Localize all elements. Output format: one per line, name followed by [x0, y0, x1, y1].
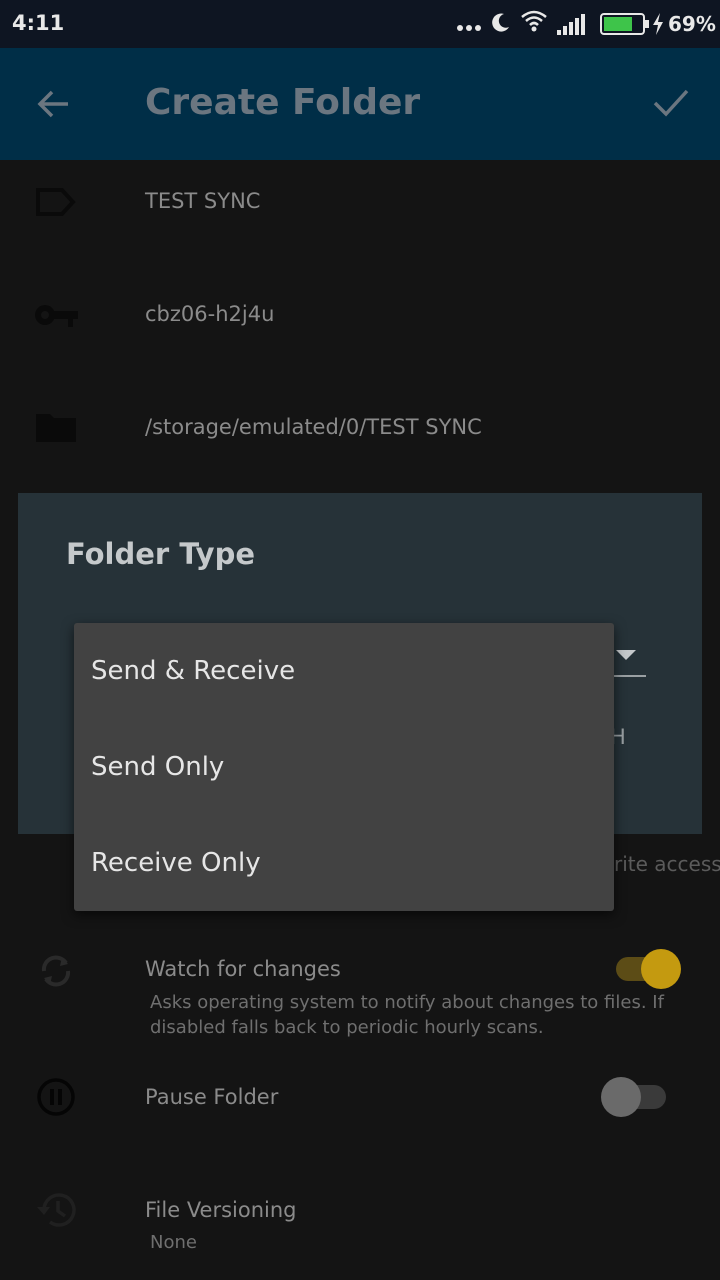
menu-item-receive-only[interactable]: Receive Only — [74, 815, 614, 911]
folder-label-value: TEST SYNC — [145, 189, 261, 213]
folder-id-value: cbz06-h2j4u — [145, 302, 275, 326]
wifi-icon — [520, 9, 548, 37]
dialog-title: Folder Type — [66, 537, 255, 571]
folder-icon — [34, 410, 78, 448]
dropdown-arrow-icon[interactable] — [616, 650, 636, 660]
folder-path-value: /storage/emulated/0/TEST SYNC — [145, 415, 482, 439]
history-icon — [34, 1190, 78, 1234]
app-bar: Create Folder — [0, 48, 720, 160]
watch-changes-description: Asks operating system to notify about ch… — [150, 992, 664, 1038]
arrow-back-icon[interactable] — [36, 86, 72, 126]
page-title: Create Folder — [145, 82, 421, 123]
label-icon — [34, 187, 76, 221]
pause-icon — [36, 1077, 76, 1121]
moon-icon — [490, 11, 512, 37]
partial-background-text: rite access — [614, 852, 720, 876]
charging-icon — [652, 13, 664, 39]
toggle-thumb — [641, 949, 681, 989]
battery-percent: 69% — [668, 12, 716, 36]
menu-item-send-receive[interactable]: Send & Receive — [74, 623, 614, 719]
file-versioning-value: None — [150, 1232, 197, 1253]
battery-icon — [600, 13, 650, 39]
sync-icon — [36, 951, 76, 995]
menu-item-send-only[interactable]: Send Only — [74, 719, 614, 815]
watch-changes-title: Watch for changes — [145, 957, 341, 981]
file-versioning-title: File Versioning — [145, 1198, 297, 1222]
pause-folder-title: Pause Folder — [145, 1085, 279, 1109]
spinner-underline — [612, 675, 646, 677]
toggle-thumb — [601, 1077, 641, 1117]
check-icon[interactable] — [652, 86, 690, 124]
key-icon — [34, 301, 80, 333]
status-bar: 4:11 69% — [0, 0, 720, 48]
signal-icon — [556, 12, 588, 40]
status-time: 4:11 — [12, 11, 65, 35]
more-dots-icon — [456, 16, 482, 36]
folder-type-menu: Send & Receive Send Only Receive Only — [74, 623, 614, 911]
